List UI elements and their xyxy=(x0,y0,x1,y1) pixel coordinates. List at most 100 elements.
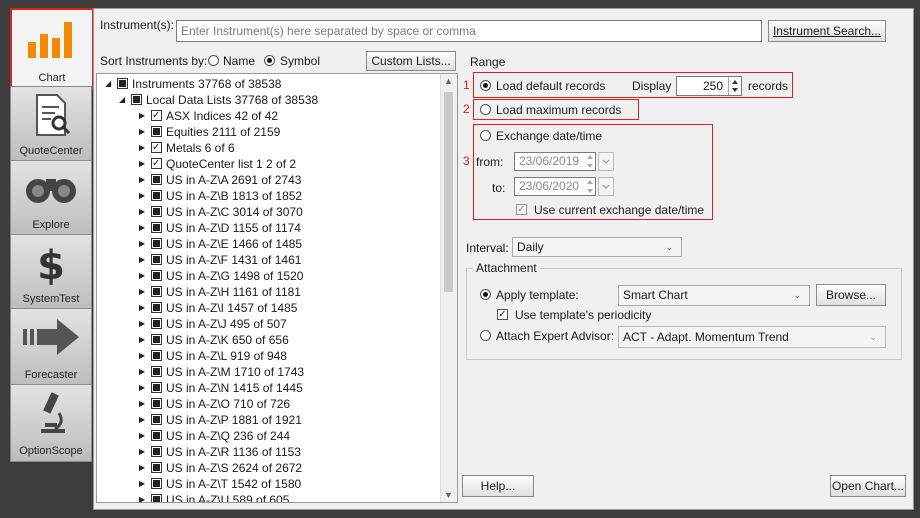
collapsed-arrow-icon[interactable]: ▶ xyxy=(139,492,145,502)
tree-row[interactable]: ▶ US in A-Z\U 589 of 605 xyxy=(97,492,437,502)
template-select[interactable]: Smart Chart ⌄ xyxy=(618,285,810,306)
help-button[interactable]: Help... xyxy=(462,475,534,497)
tree-checkbox[interactable] xyxy=(151,270,162,281)
collapsed-arrow-icon[interactable]: ▶ xyxy=(139,220,145,236)
tree-checkbox[interactable] xyxy=(151,494,162,502)
display-spinner[interactable] xyxy=(728,77,741,95)
instruments-input[interactable]: Enter Instrument(s) here separated by sp… xyxy=(176,20,762,42)
collapsed-arrow-icon[interactable]: ▶ xyxy=(139,236,145,252)
tree-checkbox[interactable] xyxy=(131,94,142,105)
tree-row[interactable]: ▶ US in A-Z\A 2691 of 2743 xyxy=(97,172,437,188)
tree-row[interactable]: ▶ US in A-Z\T 1542 of 1580 xyxy=(97,476,437,492)
expanded-arrow-icon[interactable]: ◢ xyxy=(105,76,111,92)
collapsed-arrow-icon[interactable]: ▶ xyxy=(139,300,145,316)
tree-scrollbar[interactable]: ▲ ▼ xyxy=(440,74,457,502)
tree-checkbox[interactable] xyxy=(151,156,162,172)
nav-optionscope[interactable]: OptionScope xyxy=(10,384,92,462)
nav-quotecenter[interactable]: QuoteCenter xyxy=(10,86,92,162)
collapsed-arrow-icon[interactable]: ▶ xyxy=(139,156,145,172)
tree-row[interactable]: ▶ Metals 6 of 6 xyxy=(97,140,437,156)
tree-checkbox[interactable] xyxy=(151,286,162,297)
tree-row[interactable]: ◢ Local Data Lists 37768 of 38538 xyxy=(97,92,437,108)
tree-checkbox[interactable] xyxy=(151,222,162,233)
tree-row[interactable]: ▶ US in A-Z\R 1136 of 1153 xyxy=(97,444,437,460)
tree-row[interactable]: ▶ US in A-Z\E 1466 of 1485 xyxy=(97,236,437,252)
tree-checkbox[interactable] xyxy=(151,414,162,425)
collapsed-arrow-icon[interactable]: ▶ xyxy=(139,348,145,364)
instrument-tree[interactable]: ▲ ▼ ◢ Instruments 37768 of 38538 ◢ Local Da… xyxy=(96,73,458,503)
collapsed-arrow-icon[interactable]: ▶ xyxy=(139,444,145,460)
tree-row[interactable]: ▶ US in A-Z\M 1710 of 1743 xyxy=(97,364,437,380)
tree-checkbox[interactable] xyxy=(151,254,162,265)
collapsed-arrow-icon[interactable]: ▶ xyxy=(139,252,145,268)
nav-systemtest[interactable]: $ SystemTest xyxy=(10,234,92,310)
tree-row[interactable]: ▶ US in A-Z\N 1415 of 1445 xyxy=(97,380,437,396)
display-records-input[interactable]: 250 xyxy=(676,76,742,96)
collapsed-arrow-icon[interactable]: ▶ xyxy=(139,476,145,492)
scroll-up-icon[interactable]: ▲ xyxy=(444,76,453,86)
attach-ea-radio[interactable] xyxy=(480,330,491,341)
collapsed-arrow-icon[interactable]: ▶ xyxy=(139,460,145,476)
tree-row[interactable]: ▶ US in A-Z\H 1161 of 1181 xyxy=(97,284,437,300)
collapsed-arrow-icon[interactable]: ▶ xyxy=(139,316,145,332)
collapsed-arrow-icon[interactable]: ▶ xyxy=(139,124,145,140)
ea-select[interactable]: ACT - Adapt. Momentum Trend ⌄ xyxy=(618,326,886,348)
tree-checkbox[interactable] xyxy=(151,334,162,345)
tree-row[interactable]: ▶ US in A-Z\D 1155 of 1174 xyxy=(97,220,437,236)
tree-checkbox[interactable] xyxy=(151,398,162,409)
tree-row[interactable]: ▶ US in A-Z\O 710 of 726 xyxy=(97,396,437,412)
nav-forecaster[interactable]: Forecaster xyxy=(10,308,92,386)
tree-row[interactable]: ▶ US in A-Z\I 1457 of 1485 xyxy=(97,300,437,316)
collapsed-arrow-icon[interactable]: ▶ xyxy=(139,364,145,380)
tree-checkbox[interactable] xyxy=(151,108,162,124)
use-periodicity-checkbox[interactable]: ✓ xyxy=(497,309,508,320)
expanded-arrow-icon[interactable]: ◢ xyxy=(119,92,125,108)
tree-checkbox[interactable] xyxy=(151,126,162,137)
tree-checkbox[interactable] xyxy=(151,318,162,329)
custom-lists-button[interactable]: Custom Lists... xyxy=(366,51,456,71)
tree-row[interactable]: ▶ US in A-Z\K 650 of 656 xyxy=(97,332,437,348)
tree-row[interactable]: ▶ US in A-Z\L 919 of 948 xyxy=(97,348,437,364)
sort-name-radio[interactable] xyxy=(208,55,219,66)
tree-checkbox[interactable] xyxy=(151,206,162,217)
tree-checkbox[interactable] xyxy=(151,140,162,156)
collapsed-arrow-icon[interactable]: ▶ xyxy=(139,396,145,412)
tree-row[interactable]: ▶ US in A-Z\F 1431 of 1461 xyxy=(97,252,437,268)
collapsed-arrow-icon[interactable]: ▶ xyxy=(139,332,145,348)
tree-checkbox[interactable] xyxy=(117,78,128,89)
from-dropdown[interactable] xyxy=(598,152,614,171)
nav-explore[interactable]: Explore xyxy=(10,160,92,236)
load-default-radio[interactable] xyxy=(480,80,491,91)
collapsed-arrow-icon[interactable]: ▶ xyxy=(139,172,145,188)
interval-select[interactable]: Daily ⌄ xyxy=(512,237,682,257)
tree-checkbox[interactable] xyxy=(151,382,162,393)
tree-row[interactable]: ▶ Equities 2111 of 2159 xyxy=(97,124,437,140)
collapsed-arrow-icon[interactable]: ▶ xyxy=(139,140,145,156)
use-current-checkbox[interactable]: ✓ xyxy=(516,204,527,215)
tree-row[interactable]: ◢ Instruments 37768 of 38538 xyxy=(97,76,437,92)
tree-row[interactable]: ▶ QuoteCenter list 1 2 of 2 xyxy=(97,156,437,172)
tree-row[interactable]: ▶ US in A-Z\Q 236 of 244 xyxy=(97,428,437,444)
collapsed-arrow-icon[interactable]: ▶ xyxy=(139,108,145,124)
scroll-thumb[interactable] xyxy=(444,92,453,292)
tree-checkbox[interactable] xyxy=(151,366,162,377)
tree-row[interactable]: ▶ US in A-Z\J 495 of 507 xyxy=(97,316,437,332)
tree-checkbox[interactable] xyxy=(151,238,162,249)
collapsed-arrow-icon[interactable]: ▶ xyxy=(139,380,145,396)
tree-checkbox[interactable] xyxy=(151,174,162,185)
tree-checkbox[interactable] xyxy=(151,302,162,313)
collapsed-arrow-icon[interactable]: ▶ xyxy=(139,428,145,444)
from-spinner-icon[interactable] xyxy=(584,152,596,171)
sort-symbol-radio[interactable] xyxy=(264,55,275,66)
tree-row[interactable]: ▶ US in A-Z\B 1813 of 1852 xyxy=(97,188,437,204)
tree-checkbox[interactable] xyxy=(151,462,162,473)
tree-checkbox[interactable] xyxy=(151,478,162,489)
nav-chart[interactable]: Chart xyxy=(10,8,94,90)
apply-template-radio[interactable] xyxy=(480,289,491,300)
tree-row[interactable]: ▶ US in A-Z\P 1881 of 1921 xyxy=(97,412,437,428)
tree-checkbox[interactable] xyxy=(151,430,162,441)
to-dropdown[interactable] xyxy=(598,177,614,196)
collapsed-arrow-icon[interactable]: ▶ xyxy=(139,204,145,220)
instrument-search-button[interactable]: Instrument Search... xyxy=(768,20,886,42)
collapsed-arrow-icon[interactable]: ▶ xyxy=(139,188,145,204)
